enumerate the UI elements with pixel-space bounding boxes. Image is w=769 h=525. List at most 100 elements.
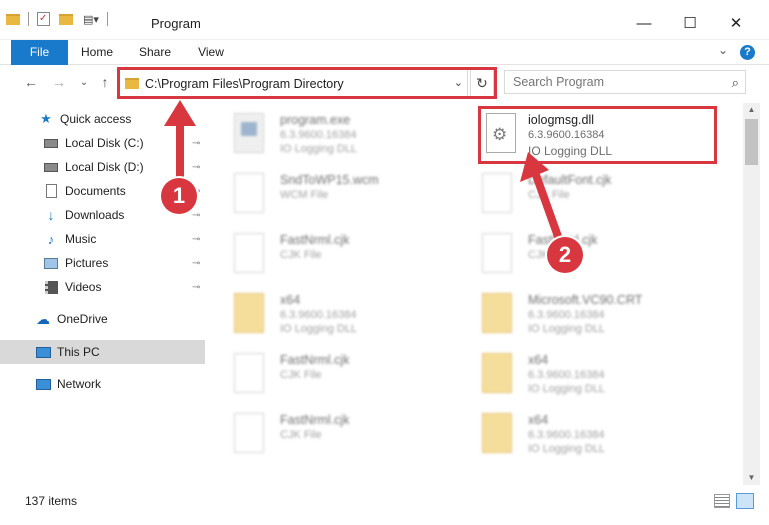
file-item[interactable]: x64 6.3.9600.16384 IO Logging DLL (482, 347, 732, 399)
file-item[interactable]: SndToWP15.wcm WCM File (234, 167, 484, 219)
file-name: Microsoft.VC90.CRT (528, 293, 643, 307)
sidebar-item-label: Music (65, 232, 97, 246)
blank-file-icon (234, 413, 264, 453)
sidebar-item-label: OneDrive (57, 312, 108, 326)
music-icon: ♪ (47, 231, 55, 247)
sidebar-item-network[interactable]: Network (0, 372, 205, 396)
file-name: program.exe (280, 113, 351, 127)
sidebar-item-label: Local Disk (C:) (65, 136, 144, 150)
new-folder-icon[interactable] (59, 13, 73, 25)
sidebar-item-onedrive[interactable]: ☁ OneDrive (0, 307, 205, 331)
navigation-pane: ★ Quick access Local Disk (C:) ⊸ Local D… (0, 103, 206, 483)
drive-icon (43, 160, 59, 174)
file-description: IO Logging DLL (528, 443, 606, 455)
file-name: SndToWP15.wcm (280, 173, 379, 187)
file-version: 6.3.9600.16384 (528, 369, 605, 381)
sidebar-item-local-disk-d[interactable]: Local Disk (D:) ⊸ (0, 155, 205, 179)
sidebar-item-local-disk-c[interactable]: Local Disk (C:) ⊸ (0, 131, 205, 155)
maximize-button[interactable]: ☐ (667, 8, 713, 38)
pictures-icon (43, 256, 59, 270)
sidebar-item-this-pc[interactable]: This PC (0, 340, 205, 364)
item-count: 137 items (25, 494, 78, 508)
folder-icon (482, 293, 512, 333)
folder-icon (234, 293, 264, 333)
file-name: FastNrml.cjk (280, 233, 350, 247)
file-version: 6.3.9600.16384 (528, 309, 605, 321)
recent-locations-button[interactable]: ⌄ (75, 73, 93, 91)
pin-icon[interactable]: ⊸ (192, 210, 200, 221)
properties-icon[interactable]: ✓ (37, 12, 50, 26)
file-item[interactable]: FastNrml.cjk CJK File (234, 227, 484, 279)
pin-icon[interactable]: ⊸ (192, 258, 200, 269)
videos-icon (43, 280, 59, 294)
quick-access-toolbar: ✓ ▤▾ (6, 12, 116, 26)
file-description: IO Logging DLL (528, 383, 606, 395)
pin-icon[interactable]: ⊸ (192, 138, 200, 149)
file-version: 6.3.9600.16384 (280, 309, 357, 321)
sidebar-item-label: Documents (65, 184, 126, 198)
sidebar-item-quick-access[interactable]: ★ Quick access (0, 107, 205, 131)
file-name: x64 (528, 413, 549, 427)
file-item[interactable]: x64 6.3.9600.16384 IO Logging DLL (234, 287, 484, 339)
folder-icon (482, 353, 512, 393)
sidebar-item-label: This PC (57, 345, 100, 359)
pin-icon[interactable]: ⊸ (192, 234, 200, 245)
tab-view[interactable]: View (192, 40, 230, 65)
pin-icon[interactable]: ⊸ (192, 162, 200, 173)
sidebar-item-label: Quick access (60, 112, 132, 126)
vertical-scrollbar[interactable]: ▲ ▼ (743, 103, 760, 485)
back-button[interactable]: ← (22, 73, 40, 91)
tab-share[interactable]: Share (134, 40, 176, 65)
sidebar-item-label: Network (57, 377, 102, 391)
file-type: CJK File (280, 249, 322, 261)
customize-toolbar-icon[interactable]: ▤▾ (83, 13, 99, 26)
tab-file[interactable]: File (11, 40, 68, 65)
file-item[interactable]: FastNrml.cjk CJK File (234, 347, 484, 399)
ribbon-expand-icon[interactable]: ⌄ (718, 43, 728, 57)
file-name: FastNrml.cjk (280, 413, 350, 427)
computer-icon (35, 345, 51, 359)
file-name: x64 (528, 353, 549, 367)
exe-icon (234, 113, 264, 153)
search-icon[interactable]: ⌕ (732, 75, 739, 91)
file-item[interactable]: DefaultFont.cjk CJK File (482, 167, 732, 219)
sidebar-item-label: Downloads (65, 208, 125, 222)
separator (28, 12, 29, 26)
scroll-up-icon[interactable]: ▲ (743, 103, 760, 117)
search-input[interactable] (513, 75, 723, 89)
up-button[interactable]: ↑ (96, 73, 114, 91)
scroll-thumb[interactable] (745, 119, 758, 165)
file-name: FastNrml.cjk (280, 353, 350, 367)
file-item[interactable]: Microsoft.VC90.CRT 6.3.9600.16384 IO Log… (482, 287, 732, 339)
navigation-bar: ← → ⌄ ↑ C:\Program Files\Program Directo… (0, 65, 769, 103)
search-box[interactable]: ⌕ (504, 70, 746, 94)
large-icons-view-icon[interactable] (736, 493, 754, 509)
pin-icon[interactable]: ⊸ (192, 282, 200, 293)
close-button[interactable]: ✕ (713, 8, 759, 38)
sidebar-item-music[interactable]: ♪ Music ⊸ (0, 227, 205, 251)
scroll-down-icon[interactable]: ▼ (743, 471, 760, 485)
star-icon: ★ (40, 111, 52, 126)
tab-home[interactable]: Home (76, 40, 118, 65)
callout-badge-1: 1 (161, 178, 197, 214)
file-list: program.exe 6.3.9600.16384 IO Logging DL… (206, 103, 743, 485)
forward-button[interactable]: → (50, 73, 68, 91)
help-icon[interactable]: ? (740, 45, 755, 60)
sidebar-item-label: Videos (65, 280, 102, 294)
sidebar-item-videos[interactable]: Videos ⊸ (0, 275, 205, 299)
blank-file-icon (482, 173, 512, 213)
sidebar-item-pictures[interactable]: Pictures ⊸ (0, 251, 205, 275)
status-bar: 137 items (0, 485, 769, 525)
file-item[interactable]: program.exe 6.3.9600.16384 IO Logging DL… (234, 107, 484, 159)
details-view-icon[interactable] (714, 494, 730, 508)
folder-icon (482, 413, 512, 453)
file-item[interactable]: FastNrml.cjk CJK File (482, 227, 732, 279)
file-item[interactable]: FastNrml.cjk CJK File (234, 407, 484, 459)
minimize-button[interactable]: — (621, 8, 667, 38)
file-item[interactable]: x64 6.3.9600.16384 IO Logging DLL (482, 407, 732, 459)
file-description: IO Logging DLL (280, 143, 358, 155)
file-name: DefaultFont.cjk (528, 173, 612, 187)
documents-icon (43, 184, 59, 198)
network-icon (35, 377, 51, 391)
drive-icon (43, 136, 59, 150)
